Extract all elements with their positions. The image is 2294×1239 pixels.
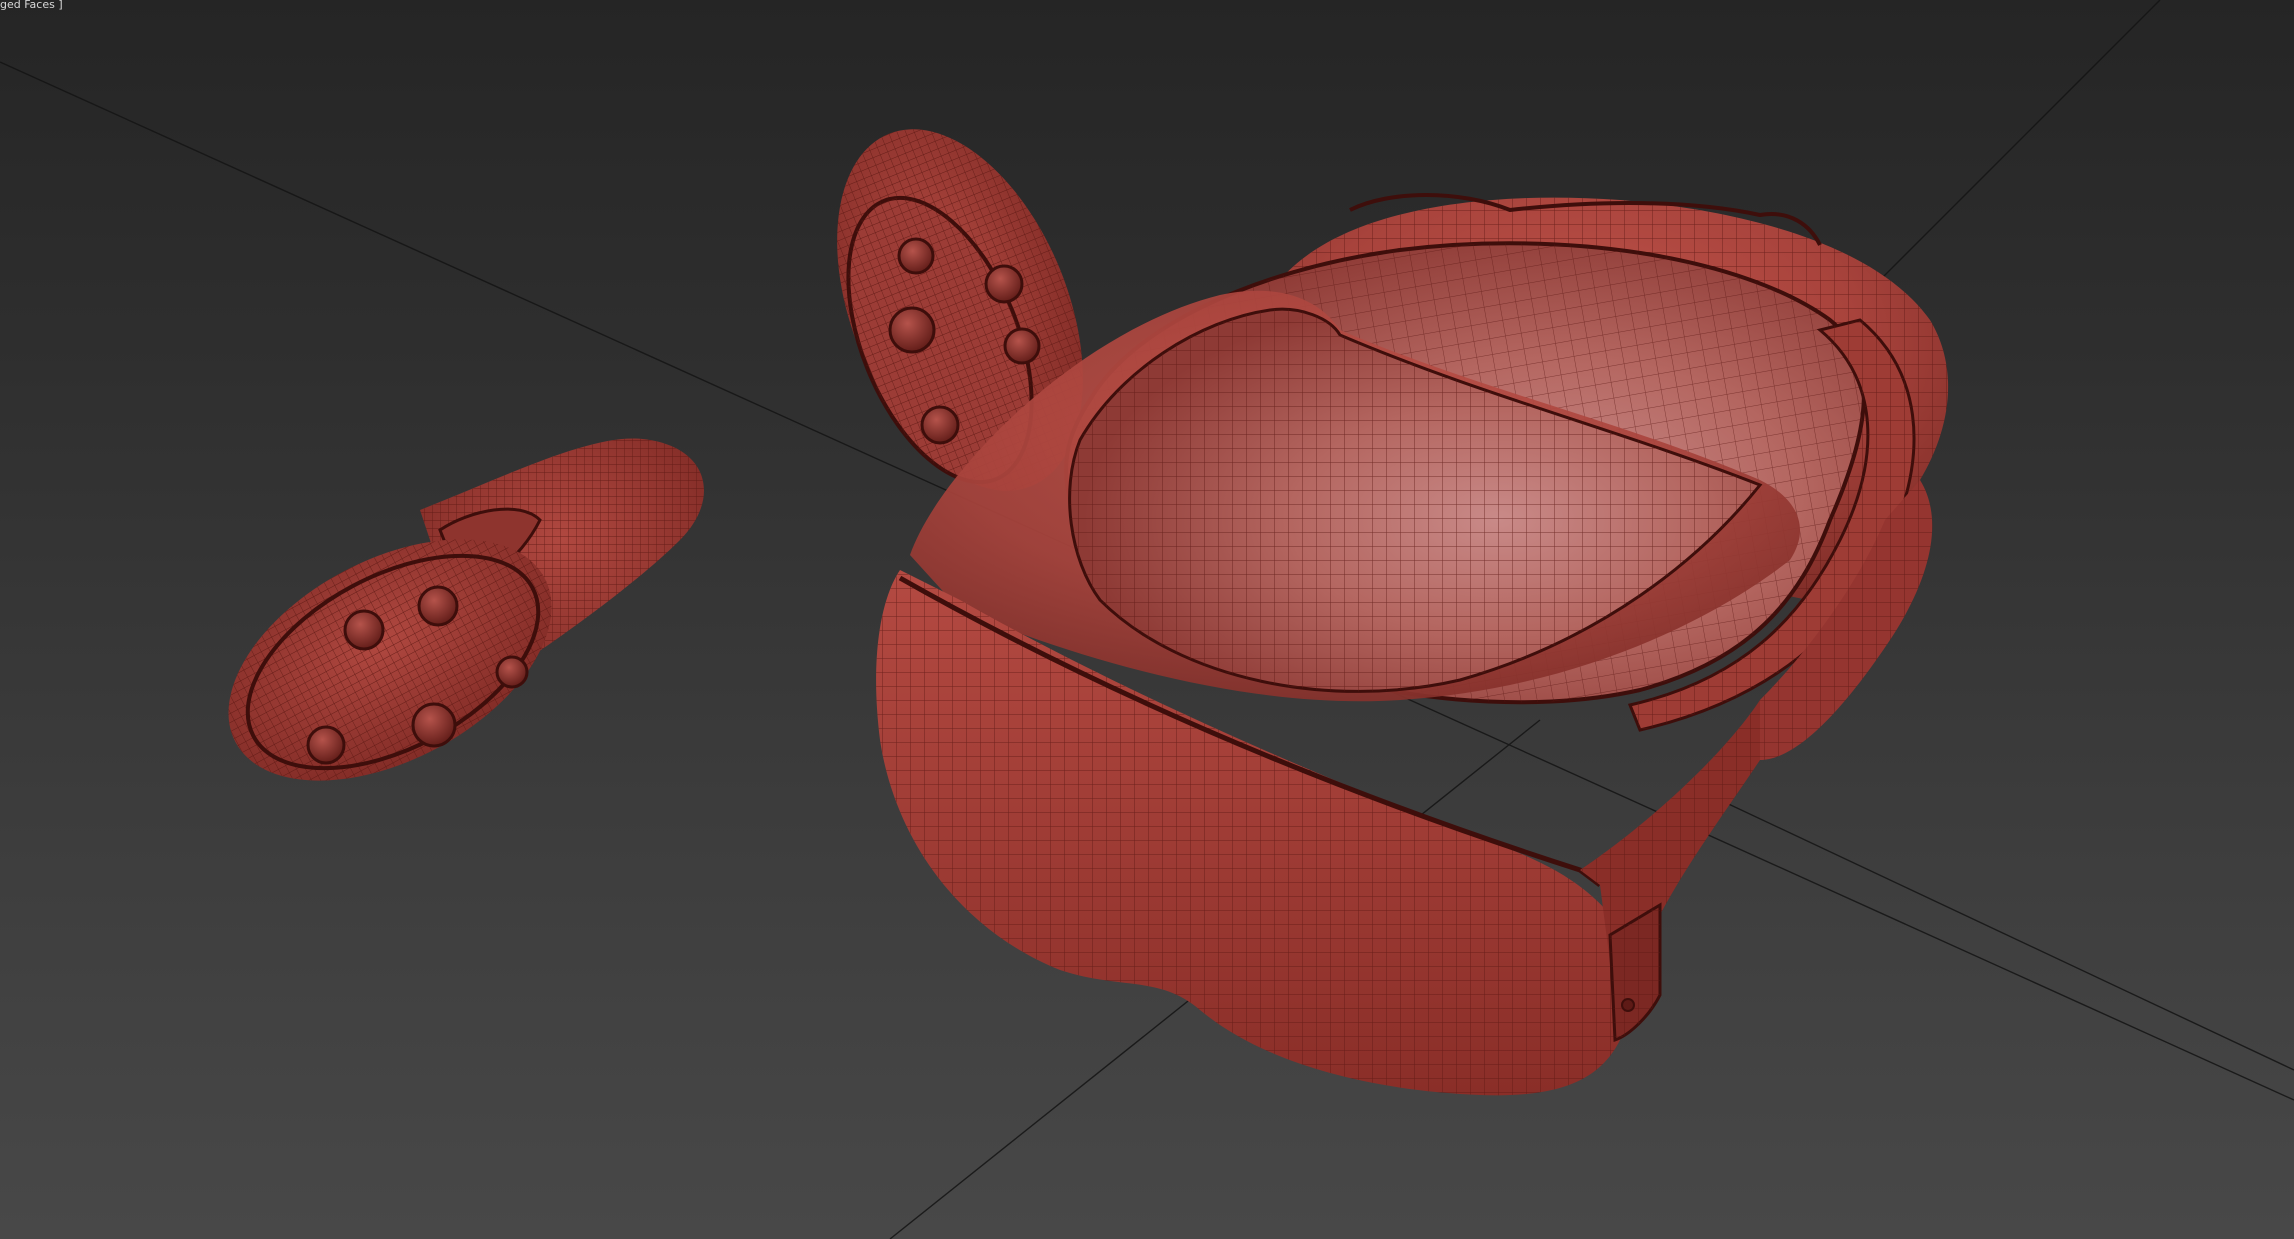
scene-canvas[interactable] xyxy=(0,0,2294,1239)
controller-left[interactable] xyxy=(189,438,704,830)
3d-viewport[interactable]: ged Faces ] xyxy=(0,0,2294,1239)
